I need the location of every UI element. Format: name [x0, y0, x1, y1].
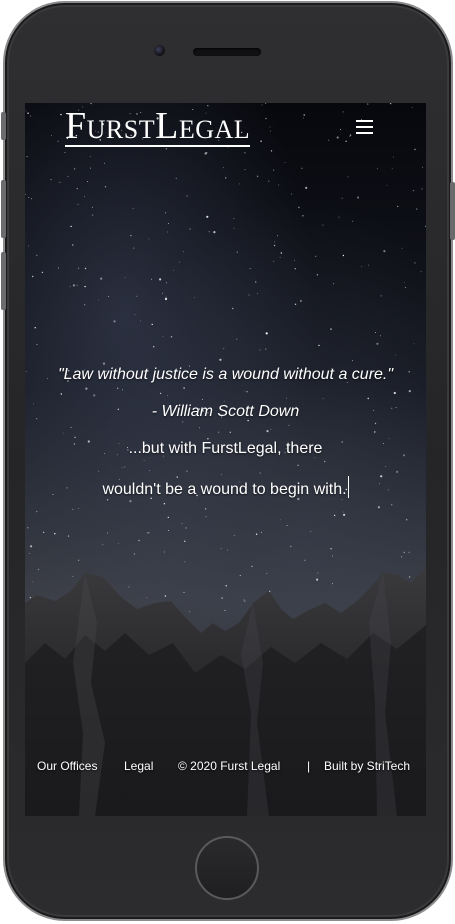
quote-text: "Law without justice is a wound without …	[57, 366, 394, 383]
tagline-line-2: wouldn't be a wound to begin with.	[25, 476, 426, 513]
phone-screen: FURSTLEGAL "Law without justice is a wou…	[25, 103, 426, 816]
footer-built-by-link[interactable]: Built by StriTech	[324, 759, 410, 773]
hamburger-menu-icon[interactable]	[356, 120, 373, 134]
footer-link-legal[interactable]: Legal	[124, 759, 153, 773]
site-footer: Our Offices Legal © 2020 Furst Legal | B…	[25, 759, 426, 775]
tagline-line-2-text: wouldn't be a wound to begin with.	[102, 481, 347, 498]
front-camera	[154, 45, 165, 56]
volume-down-button	[1, 252, 6, 310]
earpiece-speaker	[193, 48, 261, 56]
logo-text-egal: EGAL	[178, 115, 251, 144]
tagline-line-1: ...but with FurstLegal, there	[128, 440, 323, 457]
quote-attribution: - William Scott Down	[151, 403, 300, 420]
home-button[interactable]	[195, 836, 259, 900]
silent-switch	[1, 112, 6, 140]
logo-letter-l: L	[155, 105, 179, 147]
footer-separator: |	[307, 759, 311, 773]
logo-text-urst: URST	[86, 115, 156, 144]
furstlegal-logo[interactable]: FURSTLEGAL	[65, 105, 251, 147]
footer-link-our-offices[interactable]: Our Offices	[37, 759, 97, 773]
footer-copyright: © 2020 Furst Legal	[178, 759, 281, 773]
volume-up-button	[1, 180, 6, 238]
power-button	[450, 182, 455, 240]
text-cursor	[347, 476, 349, 498]
logo-letter-f: F	[65, 105, 87, 147]
hero-quote: "Law without justice is a wound without …	[25, 365, 426, 513]
